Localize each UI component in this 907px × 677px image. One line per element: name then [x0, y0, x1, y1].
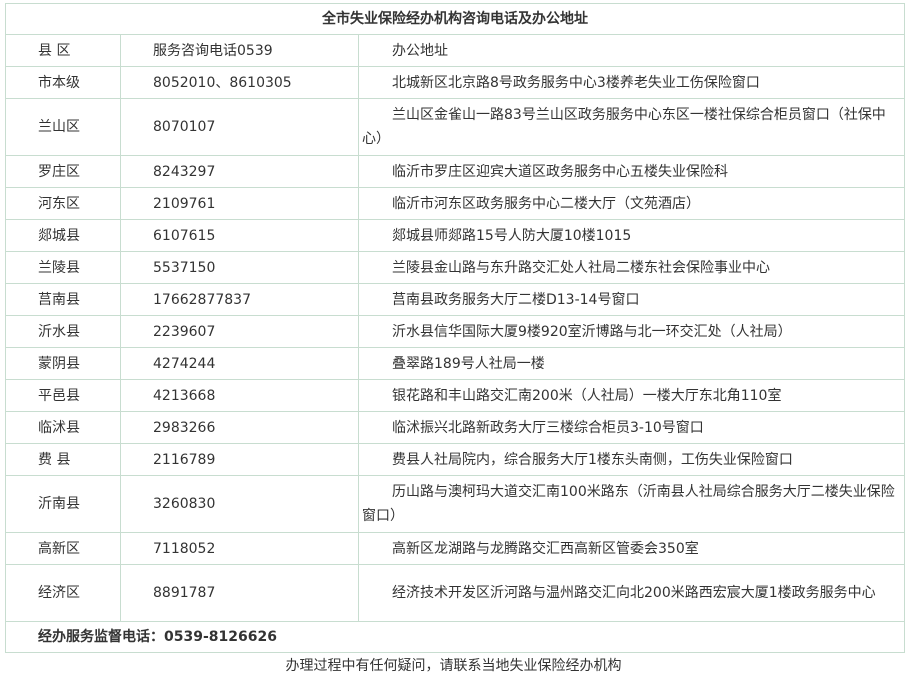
- table-title-row: 全市失业保险经办机构咨询电话及办公地址: [5, 3, 905, 35]
- address-cell: 北城新区北京路8号政务服务中心3楼养老失业工伤保险窗口: [358, 66, 905, 99]
- header-district: 县 区: [5, 34, 121, 67]
- phone-cell: 8052010、8610305: [120, 66, 359, 99]
- table-footer-row: 经办服务监督电话：0539-8126626: [5, 621, 905, 653]
- address-cell: 临沭振兴北路新政务大厅三楼综合柜员3-10号窗口: [358, 411, 905, 444]
- contact-table: 全市失业保险经办机构咨询电话及办公地址 县 区 服务咨询电话0539 办公地址 …: [5, 3, 905, 653]
- phone-cell: 2109761: [120, 187, 359, 220]
- district-cell: 河东区: [5, 187, 121, 220]
- phone-cell: 2983266: [120, 411, 359, 444]
- address-cell: 沂水县信华国际大厦9楼920室沂博路与北一环交汇处（人社局）: [358, 315, 905, 348]
- table-row: 罗庄区 8243297 临沂市罗庄区迎宾大道区政务服务中心五楼失业保险科: [5, 155, 905, 188]
- district-cell: 经济区: [5, 564, 121, 622]
- table-row: 河东区 2109761 临沂市河东区政务服务中心二楼大厅（文苑酒店）: [5, 187, 905, 220]
- phone-cell: 6107615: [120, 219, 359, 252]
- phone-cell: 8243297: [120, 155, 359, 188]
- address-cell: 郯城县师郯路15号人防大厦10楼1015: [358, 219, 905, 252]
- header-phone: 服务咨询电话0539: [120, 34, 359, 67]
- phone-cell: 8070107: [120, 98, 359, 156]
- table-row: 市本级 8052010、8610305 北城新区北京路8号政务服务中心3楼养老失…: [5, 66, 905, 99]
- address-cell: 历山路与澳柯玛大道交汇南100米路东（沂南县人社局综合服务大厅二楼失业保险窗口）: [358, 475, 905, 533]
- address-cell: 高新区龙湖路与龙腾路交汇西高新区管委会350室: [358, 532, 905, 565]
- phone-cell: 5537150: [120, 251, 359, 284]
- address-cell: 叠翠路189号人社局一楼: [358, 347, 905, 380]
- table-row: 沂南县 3260830 历山路与澳柯玛大道交汇南100米路东（沂南县人社局综合服…: [5, 475, 905, 533]
- table-row: 平邑县 4213668 银花路和丰山路交汇南200米（人社局）一楼大厅东北角11…: [5, 379, 905, 412]
- district-cell: 沂南县: [5, 475, 121, 533]
- table-row: 兰陵县 5537150 兰陵县金山路与东升路交汇处人社局二楼东社会保险事业中心: [5, 251, 905, 284]
- supervision-phone: 经办服务监督电话：0539-8126626: [5, 621, 905, 653]
- phone-cell: 2116789: [120, 443, 359, 476]
- table-row: 沂水县 2239607 沂水县信华国际大厦9楼920室沂博路与北一环交汇处（人社…: [5, 315, 905, 348]
- district-cell: 莒南县: [5, 283, 121, 316]
- phone-cell: 7118052: [120, 532, 359, 565]
- district-cell: 蒙阴县: [5, 347, 121, 380]
- address-cell: 临沂市罗庄区迎宾大道区政务服务中心五楼失业保险科: [358, 155, 905, 188]
- table-title: 全市失业保险经办机构咨询电话及办公地址: [5, 3, 905, 35]
- table-row: 高新区 7118052 高新区龙湖路与龙腾路交汇西高新区管委会350室: [5, 532, 905, 565]
- phone-cell: 4213668: [120, 379, 359, 412]
- address-cell: 银花路和丰山路交汇南200米（人社局）一楼大厅东北角110室: [358, 379, 905, 412]
- inquiry-note: 办理过程中有任何疑问，请联系当地失业保险经办机构: [285, 658, 622, 674]
- table-row: 临沭县 2983266 临沭振兴北路新政务大厅三楼综合柜员3-10号窗口: [5, 411, 905, 444]
- phone-cell: 4274244: [120, 347, 359, 380]
- district-cell: 市本级: [5, 66, 121, 99]
- district-cell: 郯城县: [5, 219, 121, 252]
- phone-cell: 3260830: [120, 475, 359, 533]
- table-row: 莒南县 17662877837 莒南县政务服务大厅二楼D13-14号窗口: [5, 283, 905, 316]
- header-address: 办公地址: [358, 34, 905, 67]
- table-row: 经济区 8891787 经济技术开发区沂河路与温州路交汇向北200米路西宏宸大厦…: [5, 564, 905, 622]
- phone-cell: 2239607: [120, 315, 359, 348]
- table-row: 郯城县 6107615 郯城县师郯路15号人防大厦10楼1015: [5, 219, 905, 252]
- district-cell: 费 县: [5, 443, 121, 476]
- district-cell: 临沭县: [5, 411, 121, 444]
- table-row: 费 县 2116789 费县人社局院内，综合服务大厅1楼东头南侧，工伤失业保险窗…: [5, 443, 905, 476]
- address-cell: 临沂市河东区政务服务中心二楼大厅（文苑酒店）: [358, 187, 905, 220]
- table-row: 蒙阴县 4274244 叠翠路189号人社局一楼: [5, 347, 905, 380]
- address-cell: 兰陵县金山路与东升路交汇处人社局二楼东社会保险事业中心: [358, 251, 905, 284]
- address-cell: 兰山区金雀山一路83号兰山区政务服务中心东区一楼社保综合柜员窗口（社保中心）: [358, 98, 905, 156]
- district-cell: 高新区: [5, 532, 121, 565]
- district-cell: 罗庄区: [5, 155, 121, 188]
- table-header-row: 县 区 服务咨询电话0539 办公地址: [5, 34, 905, 67]
- address-cell: 费县人社局院内，综合服务大厅1楼东头南侧，工伤失业保险窗口: [358, 443, 905, 476]
- phone-cell: 8891787: [120, 564, 359, 622]
- table-row: 兰山区 8070107 兰山区金雀山一路83号兰山区政务服务中心东区一楼社保综合…: [5, 98, 905, 156]
- phone-cell: 17662877837: [120, 283, 359, 316]
- district-cell: 沂水县: [5, 315, 121, 348]
- address-cell: 经济技术开发区沂河路与温州路交汇向北200米路西宏宸大厦1楼政务服务中心: [358, 564, 905, 622]
- contact-table-container: 全市失业保险经办机构咨询电话及办公地址 县 区 服务咨询电话0539 办公地址 …: [5, 3, 905, 653]
- district-cell: 兰陵县: [5, 251, 121, 284]
- district-cell: 平邑县: [5, 379, 121, 412]
- district-cell: 兰山区: [5, 98, 121, 156]
- address-cell: 莒南县政务服务大厅二楼D13-14号窗口: [358, 283, 905, 316]
